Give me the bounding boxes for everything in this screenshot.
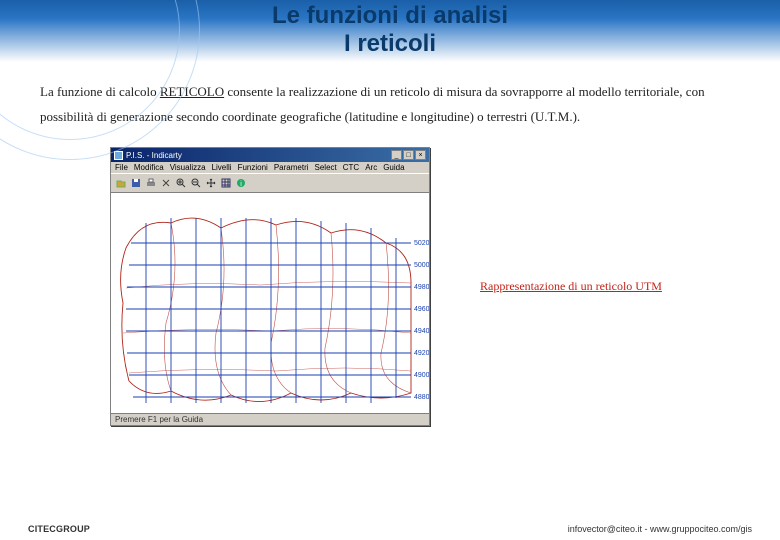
grid-label: 4960 — [414, 306, 429, 313]
footer-left: CITECGROUP — [28, 524, 90, 534]
menu-item[interactable]: Guida — [383, 163, 404, 172]
grid-label: 4880 — [414, 394, 429, 401]
menu-item[interactable]: File — [115, 163, 128, 172]
menubar: File Modifica Visualizza Livelli Funzion… — [111, 162, 429, 173]
map-svg: 5020 5000 4980 4960 4940 4920 4900 4880 — [111, 193, 429, 413]
minimize-button[interactable]: _ — [391, 150, 402, 160]
grid-label: 4980 — [414, 284, 429, 291]
statusbar-text: Premere F1 per la Guida — [115, 415, 203, 424]
close-button[interactable]: × — [415, 150, 426, 160]
menu-item[interactable]: Arc — [365, 163, 377, 172]
paragraph-text-a: La funzione di calcolo — [40, 84, 160, 99]
info-icon[interactable]: i — [234, 176, 248, 190]
titlebar: P.I.S. - Indicarty _ □ × — [111, 148, 429, 162]
cut-icon[interactable] — [159, 176, 173, 190]
page-title: Le funzioni di analisi I reticoli — [0, 2, 780, 57]
menu-item[interactable]: CTC — [343, 163, 359, 172]
open-icon[interactable] — [114, 176, 128, 190]
zoom-in-icon[interactable] — [174, 176, 188, 190]
grid-label: 5020 — [414, 240, 429, 247]
menu-item[interactable]: Livelli — [212, 163, 232, 172]
grid-label: 5000 — [414, 262, 429, 269]
figure-caption: Rappresentazione di un reticolo UTM — [450, 279, 740, 294]
slide-header: Le funzioni di analisi I reticoli — [0, 0, 780, 62]
maximize-button[interactable]: □ — [403, 150, 414, 160]
menu-item[interactable]: Select — [315, 163, 337, 172]
print-icon[interactable] — [144, 176, 158, 190]
app-icon — [114, 151, 123, 160]
grid-label: 4900 — [414, 372, 429, 379]
window-title: P.I.S. - Indicarty — [126, 151, 182, 160]
app-window: P.I.S. - Indicarty _ □ × File Modifica V… — [110, 147, 430, 426]
footer: CITECGROUP infovector@citeo.it - www.gru… — [0, 524, 780, 534]
title-line-1: Le funzioni di analisi — [272, 2, 508, 29]
statusbar: Premere F1 per la Guida — [111, 413, 429, 425]
menu-item[interactable]: Parametri — [274, 163, 309, 172]
toolbar: i — [111, 173, 429, 193]
menu-item[interactable]: Visualizza — [170, 163, 206, 172]
pan-icon[interactable] — [204, 176, 218, 190]
map-canvas[interactable]: 5020 5000 4980 4960 4940 4920 4900 4880 — [111, 193, 429, 413]
menu-item[interactable]: Funzioni — [238, 163, 268, 172]
grid-icon[interactable] — [219, 176, 233, 190]
body-paragraph: La funzione di calcolo RETICOLO consente… — [0, 62, 780, 129]
title-line-2: I reticoli — [344, 30, 436, 57]
footer-right: infovector@citeo.it - www.gruppociteo.co… — [568, 524, 752, 534]
figure-row: P.I.S. - Indicarty _ □ × File Modifica V… — [0, 129, 780, 426]
grid-label: 4920 — [414, 350, 429, 357]
keyword-reticolo: RETICOLO — [160, 84, 224, 99]
menu-item[interactable]: Modifica — [134, 163, 164, 172]
save-icon[interactable] — [129, 176, 143, 190]
grid-label: 4940 — [414, 328, 429, 335]
zoom-out-icon[interactable] — [189, 176, 203, 190]
